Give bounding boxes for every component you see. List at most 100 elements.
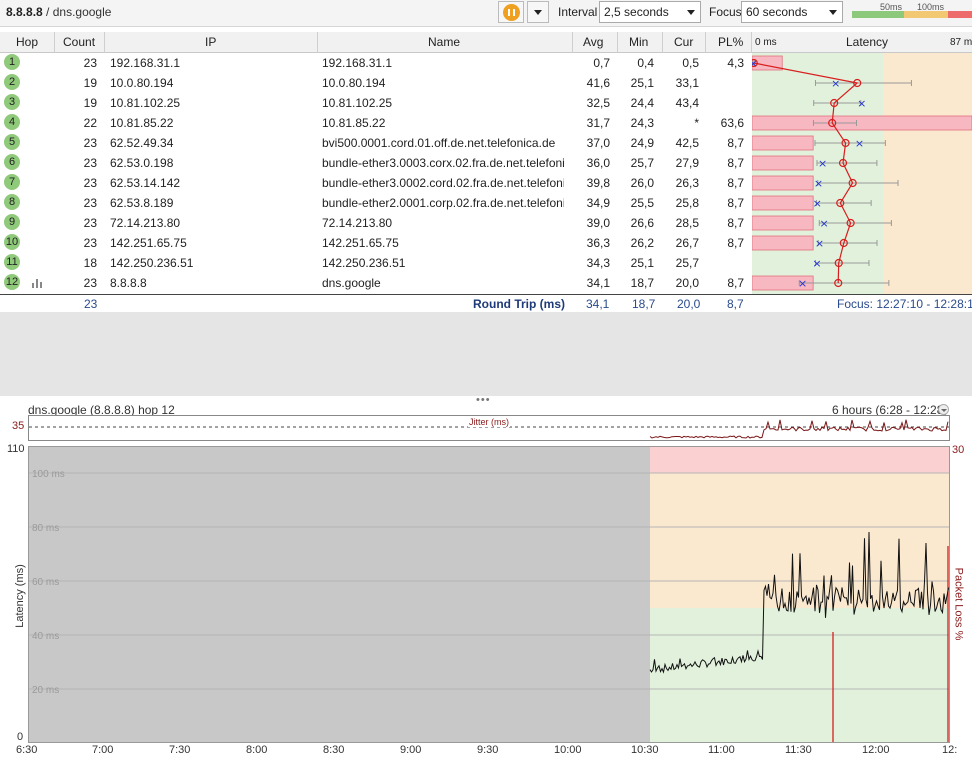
table-row[interactable]: 7 23 62.53.14.142 bundle-ether3.0002.cord.0… (0, 173, 752, 193)
column-header-hop[interactable]: Hop (16, 35, 38, 49)
x-axis-tick-label: 7:30 (169, 744, 191, 756)
pause-button[interactable] (498, 1, 524, 23)
cell-name: bundle-ether2.0001.corp.02.fra.de.net.te… (322, 196, 564, 210)
column-header-latency[interactable]: Latency (846, 35, 888, 49)
x-axis-tick-label: 11:30 (785, 744, 812, 756)
panel-splitter-handle[interactable]: ••• (476, 394, 491, 406)
cell-pl: 8,7 (727, 176, 744, 190)
cell-ip: 62.53.0.198 (110, 156, 174, 170)
pause-options-dropdown[interactable] (527, 1, 549, 23)
cell-min: 26,2 (630, 236, 654, 250)
cell-name: 10.0.80.194 (322, 76, 386, 90)
cell-name: dns.google (322, 276, 381, 290)
y-gridline-label: 100 ms (32, 469, 65, 480)
cell-name: 10.81.85.22 (322, 116, 386, 130)
interval-select[interactable]: 2,5 seconds (599, 1, 701, 23)
cell-cur: 25,8 (675, 196, 699, 210)
latency-history-chart: 100 ms 80 ms 60 ms 40 ms 20 ms (28, 446, 950, 743)
cell-ip: 72.14.213.80 (110, 216, 181, 230)
current-latency-marker: × (798, 277, 807, 290)
y-gridline-label: 40 ms (32, 631, 59, 642)
table-row[interactable]: 10 23 142.251.65.75 142.251.65.75 36,3 26,2 26… (0, 233, 752, 253)
trace-grid-header: Hop Count IP Name Avg Min Cur PL% 0 ms L… (0, 32, 972, 53)
column-header-cur[interactable]: Cur (674, 35, 693, 49)
y-axis-title: Latency (ms) (13, 564, 26, 628)
hop-number-badge: 7 (4, 174, 20, 190)
cell-count: 23 (83, 56, 97, 70)
cell-ip: 62.53.8.189 (110, 196, 174, 210)
cell-name: bvi500.0001.cord.01.off.de.net.telefonic… (322, 136, 556, 150)
latency-color-legend (852, 11, 972, 18)
cell-count: 23 (83, 276, 97, 290)
target-name: dns.google (52, 5, 112, 19)
bar-chart-icon[interactable] (32, 278, 44, 288)
current-latency-marker: × (855, 137, 864, 150)
hop-number-badge: 1 (4, 54, 20, 70)
cell-min: 25,1 (630, 76, 654, 90)
table-row[interactable]: 1 23 192.168.31.1 192.168.31.1 0,7 0,4 0,5 4,3 (0, 53, 752, 73)
cell-count: 23 (83, 236, 97, 250)
table-row[interactable]: 12 23 8.8.8.8 dns.google 34,1 18,7 20,0 8,7 (0, 273, 752, 293)
hop-number-badge: 6 (4, 154, 20, 170)
cell-count: 19 (83, 76, 97, 90)
y-axis-top-label: 110 (7, 443, 25, 455)
cell-cur: 43,4 (675, 96, 699, 110)
latency-scale-max: 87 m (950, 37, 972, 48)
x-axis-tick-label: 11:00 (708, 744, 735, 756)
cell-count: 23 (83, 216, 97, 230)
cell-count: 23 (83, 176, 97, 190)
x-axis-tick-label: 10:00 (554, 744, 582, 756)
cell-ip: 8.8.8.8 (110, 276, 147, 290)
target-ip: 8.8.8.8 (6, 5, 43, 19)
no-data-region (28, 446, 650, 743)
table-row[interactable]: 3 19 10.81.102.25 10.81.102.25 32,5 24,4 43,4 (0, 93, 752, 113)
pause-icon (503, 4, 520, 21)
toolbar: 8.8.8.8 / dns.google Interval 2,5 second… (0, 0, 972, 27)
column-header-min[interactable]: Min (629, 35, 648, 49)
column-header-pl[interactable]: PL% (718, 35, 743, 49)
cell-avg: 41,6 (586, 76, 610, 90)
latency-graph-column: × × × × × × × × × × × (752, 53, 972, 294)
table-row[interactable]: 11 18 142.250.236.51 142.250.236.51 34,3 25,1… (0, 253, 752, 273)
table-row[interactable]: 2 19 10.0.80.194 10.0.80.194 41,6 25,1 33,1 (0, 73, 752, 93)
cell-cur: 33,1 (675, 76, 699, 90)
cell-cur: 20,0 (675, 276, 699, 290)
hop-number-badge: 5 (4, 134, 20, 150)
column-header-name[interactable]: Name (428, 35, 460, 49)
interval-value: 2,5 seconds (604, 5, 669, 19)
column-header-count[interactable]: Count (63, 35, 95, 49)
hop-number-badge: 10 (4, 234, 20, 250)
x-axis-tick-label: 8:00 (246, 744, 268, 756)
table-row[interactable]: 6 23 62.53.0.198 bundle-ether3.0003.corx.02… (0, 153, 752, 173)
hop-number-badge: 12 (4, 274, 20, 290)
cell-name: bundle-ether3.0003.corx.02.fra.de.net.te… (322, 156, 564, 170)
x-axis-tick-label: 12: (942, 744, 958, 756)
column-header-ip[interactable]: IP (205, 35, 216, 49)
footer-label: Round Trip (ms) (473, 297, 565, 311)
cell-cur: 0,5 (682, 56, 699, 70)
table-row[interactable]: 5 23 62.52.49.34 bvi500.0001.cord.01.off.de… (0, 133, 752, 153)
cell-ip: 10.81.102.25 (110, 96, 181, 110)
round-trip-summary-row: 23 Round Trip (ms) 34,1 18,7 20,0 8,7 Fo… (0, 294, 972, 312)
interval-label: Interval (558, 5, 598, 19)
current-latency-marker: × (857, 97, 866, 110)
footer-cur: 20,0 (677, 297, 701, 311)
cell-name: 72.14.213.80 (322, 216, 393, 230)
cell-name: bundle-ether3.0002.cord.02.fra.de.net.te… (322, 176, 564, 190)
cell-min: 18,7 (630, 276, 654, 290)
cell-avg: 36,3 (586, 236, 610, 250)
cell-cur: 25,7 (675, 256, 699, 270)
cell-min: 24,3 (630, 116, 654, 130)
hop-number-badge: 4 (4, 114, 20, 130)
time-range-dropdown[interactable] (938, 404, 949, 415)
cell-pl: 8,7 (727, 196, 744, 210)
x-axis-tick-label: 12:00 (862, 744, 890, 756)
hop-number-badge: 11 (4, 254, 20, 270)
table-row[interactable]: 4 22 10.81.85.22 10.81.85.22 31,7 24,3 * 63,6 (0, 113, 752, 133)
cell-min: 25,5 (630, 196, 654, 210)
column-header-avg[interactable]: Avg (583, 35, 603, 49)
table-row[interactable]: 9 23 72.14.213.80 72.14.213.80 39,0 26,6 28,5 8… (0, 213, 752, 233)
focus-select[interactable]: 60 seconds (741, 1, 843, 23)
cell-count: 23 (83, 136, 97, 150)
table-row[interactable]: 8 23 62.53.8.189 bundle-ether2.0001.corp.02… (0, 193, 752, 213)
